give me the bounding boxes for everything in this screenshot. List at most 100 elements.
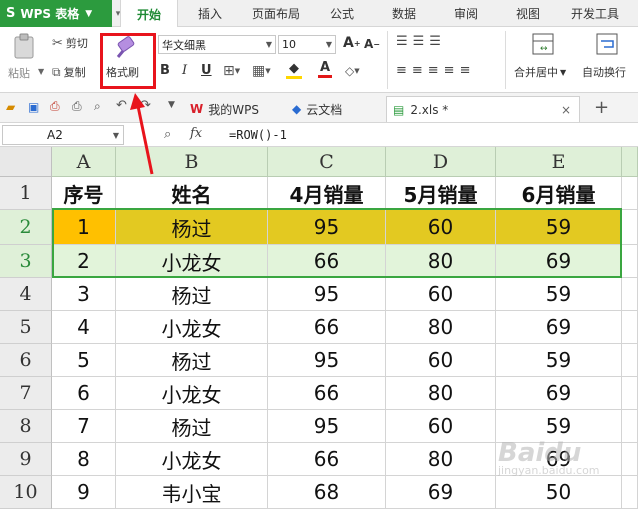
font-size-select[interactable]: 10 ▼ (278, 35, 336, 54)
row-header-1[interactable]: 1 (0, 177, 52, 210)
table-cell[interactable]: 60 (386, 210, 496, 245)
underline-button[interactable]: U (201, 63, 212, 78)
name-box[interactable]: A2 ▼ (2, 125, 124, 145)
table-cell[interactable]: 小龙女 (116, 311, 268, 344)
header-cell[interactable]: 序号 (52, 177, 116, 210)
paste-button[interactable] (6, 31, 42, 61)
vertical-align-icons[interactable]: ☰☰☰ (396, 34, 446, 49)
table-cell[interactable]: 80 (386, 245, 496, 278)
table-cell[interactable]: 66 (268, 443, 386, 476)
table-cell[interactable]: 7 (52, 410, 116, 443)
wrap-text-icon[interactable] (594, 31, 620, 57)
doc-tab-cloud-docs[interactable]: ◆ 云文档 (286, 96, 380, 122)
print-icon[interactable]: ⎙ (72, 99, 82, 114)
tab-view[interactable]: 视图 (504, 0, 552, 27)
row-header-3[interactable]: 3 (0, 245, 52, 278)
table-cell[interactable]: 69 (496, 245, 622, 278)
table-cell[interactable]: 韦小宝 (116, 476, 268, 509)
decrease-font-icon[interactable]: A − (364, 37, 380, 51)
horizontal-align-icons[interactable]: ≡≡≡≡≡ (396, 63, 475, 78)
table-cell[interactable]: 59 (496, 210, 622, 245)
fill-pattern-icon[interactable]: ▦ ▼ (252, 63, 271, 79)
tab-data[interactable]: 数据 (380, 0, 428, 27)
table-cell[interactable]: 68 (268, 476, 386, 509)
table-cell[interactable]: 9 (52, 476, 116, 509)
column-header-e[interactable]: E (496, 147, 622, 177)
table-cell[interactable]: 60 (386, 344, 496, 377)
table-cell[interactable]: 2 (52, 245, 116, 278)
table-cell[interactable] (622, 245, 638, 278)
new-tab-icon[interactable]: + (594, 97, 609, 118)
fill-color-icon[interactable]: ◆ (286, 61, 302, 79)
row-header-8[interactable]: 8 (0, 410, 52, 443)
table-cell[interactable]: 69 (496, 311, 622, 344)
table-cell[interactable]: 3 (52, 278, 116, 311)
table-cell[interactable]: 95 (268, 210, 386, 245)
cut-button[interactable]: ✂ 剪切 (52, 35, 88, 51)
header-cell[interactable]: 6月销量 (496, 177, 622, 210)
row-header-2[interactable]: 2 (0, 210, 52, 245)
table-cell[interactable]: 59 (496, 344, 622, 377)
table-cell[interactable]: 80 (386, 443, 496, 476)
tab-developer[interactable]: 开发工具 (562, 0, 628, 27)
table-cell[interactable]: 4 (52, 311, 116, 344)
row-header-6[interactable]: 6 (0, 344, 52, 377)
table-cell[interactable] (622, 210, 638, 245)
merge-center-button[interactable]: 合并居中 ▼ (514, 65, 566, 79)
table-cell[interactable] (622, 377, 638, 410)
table-cell[interactable] (622, 410, 638, 443)
bold-button[interactable]: B (160, 63, 170, 78)
table-cell[interactable]: 1 (52, 210, 116, 245)
table-cell[interactable]: 小龙女 (116, 377, 268, 410)
table-cell[interactable]: 杨过 (116, 410, 268, 443)
table-cell[interactable]: 6 (52, 377, 116, 410)
save-icon[interactable]: ▣ (28, 100, 39, 114)
table-cell[interactable] (622, 344, 638, 377)
table-cell[interactable]: 69 (386, 476, 496, 509)
table-cell[interactable]: 60 (386, 278, 496, 311)
table-cell[interactable] (622, 311, 638, 344)
row-header-7[interactable]: 7 (0, 377, 52, 410)
table-cell[interactable]: 69 (496, 377, 622, 410)
formula-input[interactable]: =ROW()-1 (229, 125, 287, 145)
table-cell[interactable]: 小龙女 (116, 245, 268, 278)
column-header-c[interactable]: C (268, 147, 386, 177)
doc-tab-my-wps[interactable]: W 我的WPS (184, 96, 280, 122)
table-cell[interactable]: 66 (268, 245, 386, 278)
table-cell[interactable]: 杨过 (116, 210, 268, 245)
row-header-10[interactable]: 10 (0, 476, 52, 509)
tab-page-layout[interactable]: 页面布局 (244, 0, 308, 27)
table-cell[interactable]: 95 (268, 344, 386, 377)
table-cell[interactable] (622, 476, 638, 509)
redo-icon[interactable]: ↷ (140, 98, 151, 113)
header-cell[interactable]: 4月销量 (268, 177, 386, 210)
column-header-d[interactable]: D (386, 147, 496, 177)
table-cell[interactable]: 杨过 (116, 344, 268, 377)
italic-button[interactable]: I (182, 63, 187, 78)
tab-formulas[interactable]: 公式 (318, 0, 366, 27)
column-header-a[interactable]: A (52, 147, 116, 177)
table-cell[interactable]: 60 (386, 410, 496, 443)
border-icon[interactable]: ⊞ ▼ (223, 63, 240, 79)
increase-font-icon[interactable]: A + (343, 35, 361, 51)
quick-access-dropdown-icon[interactable]: ▼ (168, 100, 175, 110)
undo-icon[interactable]: ↶ (116, 98, 127, 113)
table-cell[interactable] (622, 443, 638, 476)
clear-format-icon[interactable]: ◇ ▼ (345, 64, 360, 78)
export-pdf-icon[interactable]: ⎙ (50, 99, 60, 114)
table-cell[interactable]: 5 (52, 344, 116, 377)
print-preview-icon[interactable]: ⌕ (94, 99, 101, 114)
zoom-search-icon[interactable]: ⌕ (164, 127, 171, 142)
row-header-9[interactable]: 9 (0, 443, 52, 476)
table-cell[interactable]: 59 (496, 278, 622, 311)
select-all-corner[interactable] (0, 147, 52, 177)
tab-review[interactable]: 审阅 (442, 0, 490, 27)
copy-button[interactable]: ⧉ 复制 (52, 64, 86, 80)
open-folder-icon[interactable]: ▰ (6, 100, 15, 114)
table-cell[interactable]: 杨过 (116, 278, 268, 311)
font-name-select[interactable]: 华文细黑 ▼ (158, 35, 276, 54)
table-cell[interactable]: 66 (268, 311, 386, 344)
table-cell[interactable]: 95 (268, 278, 386, 311)
font-color-icon[interactable]: A (318, 60, 332, 78)
table-cell[interactable]: 80 (386, 377, 496, 410)
